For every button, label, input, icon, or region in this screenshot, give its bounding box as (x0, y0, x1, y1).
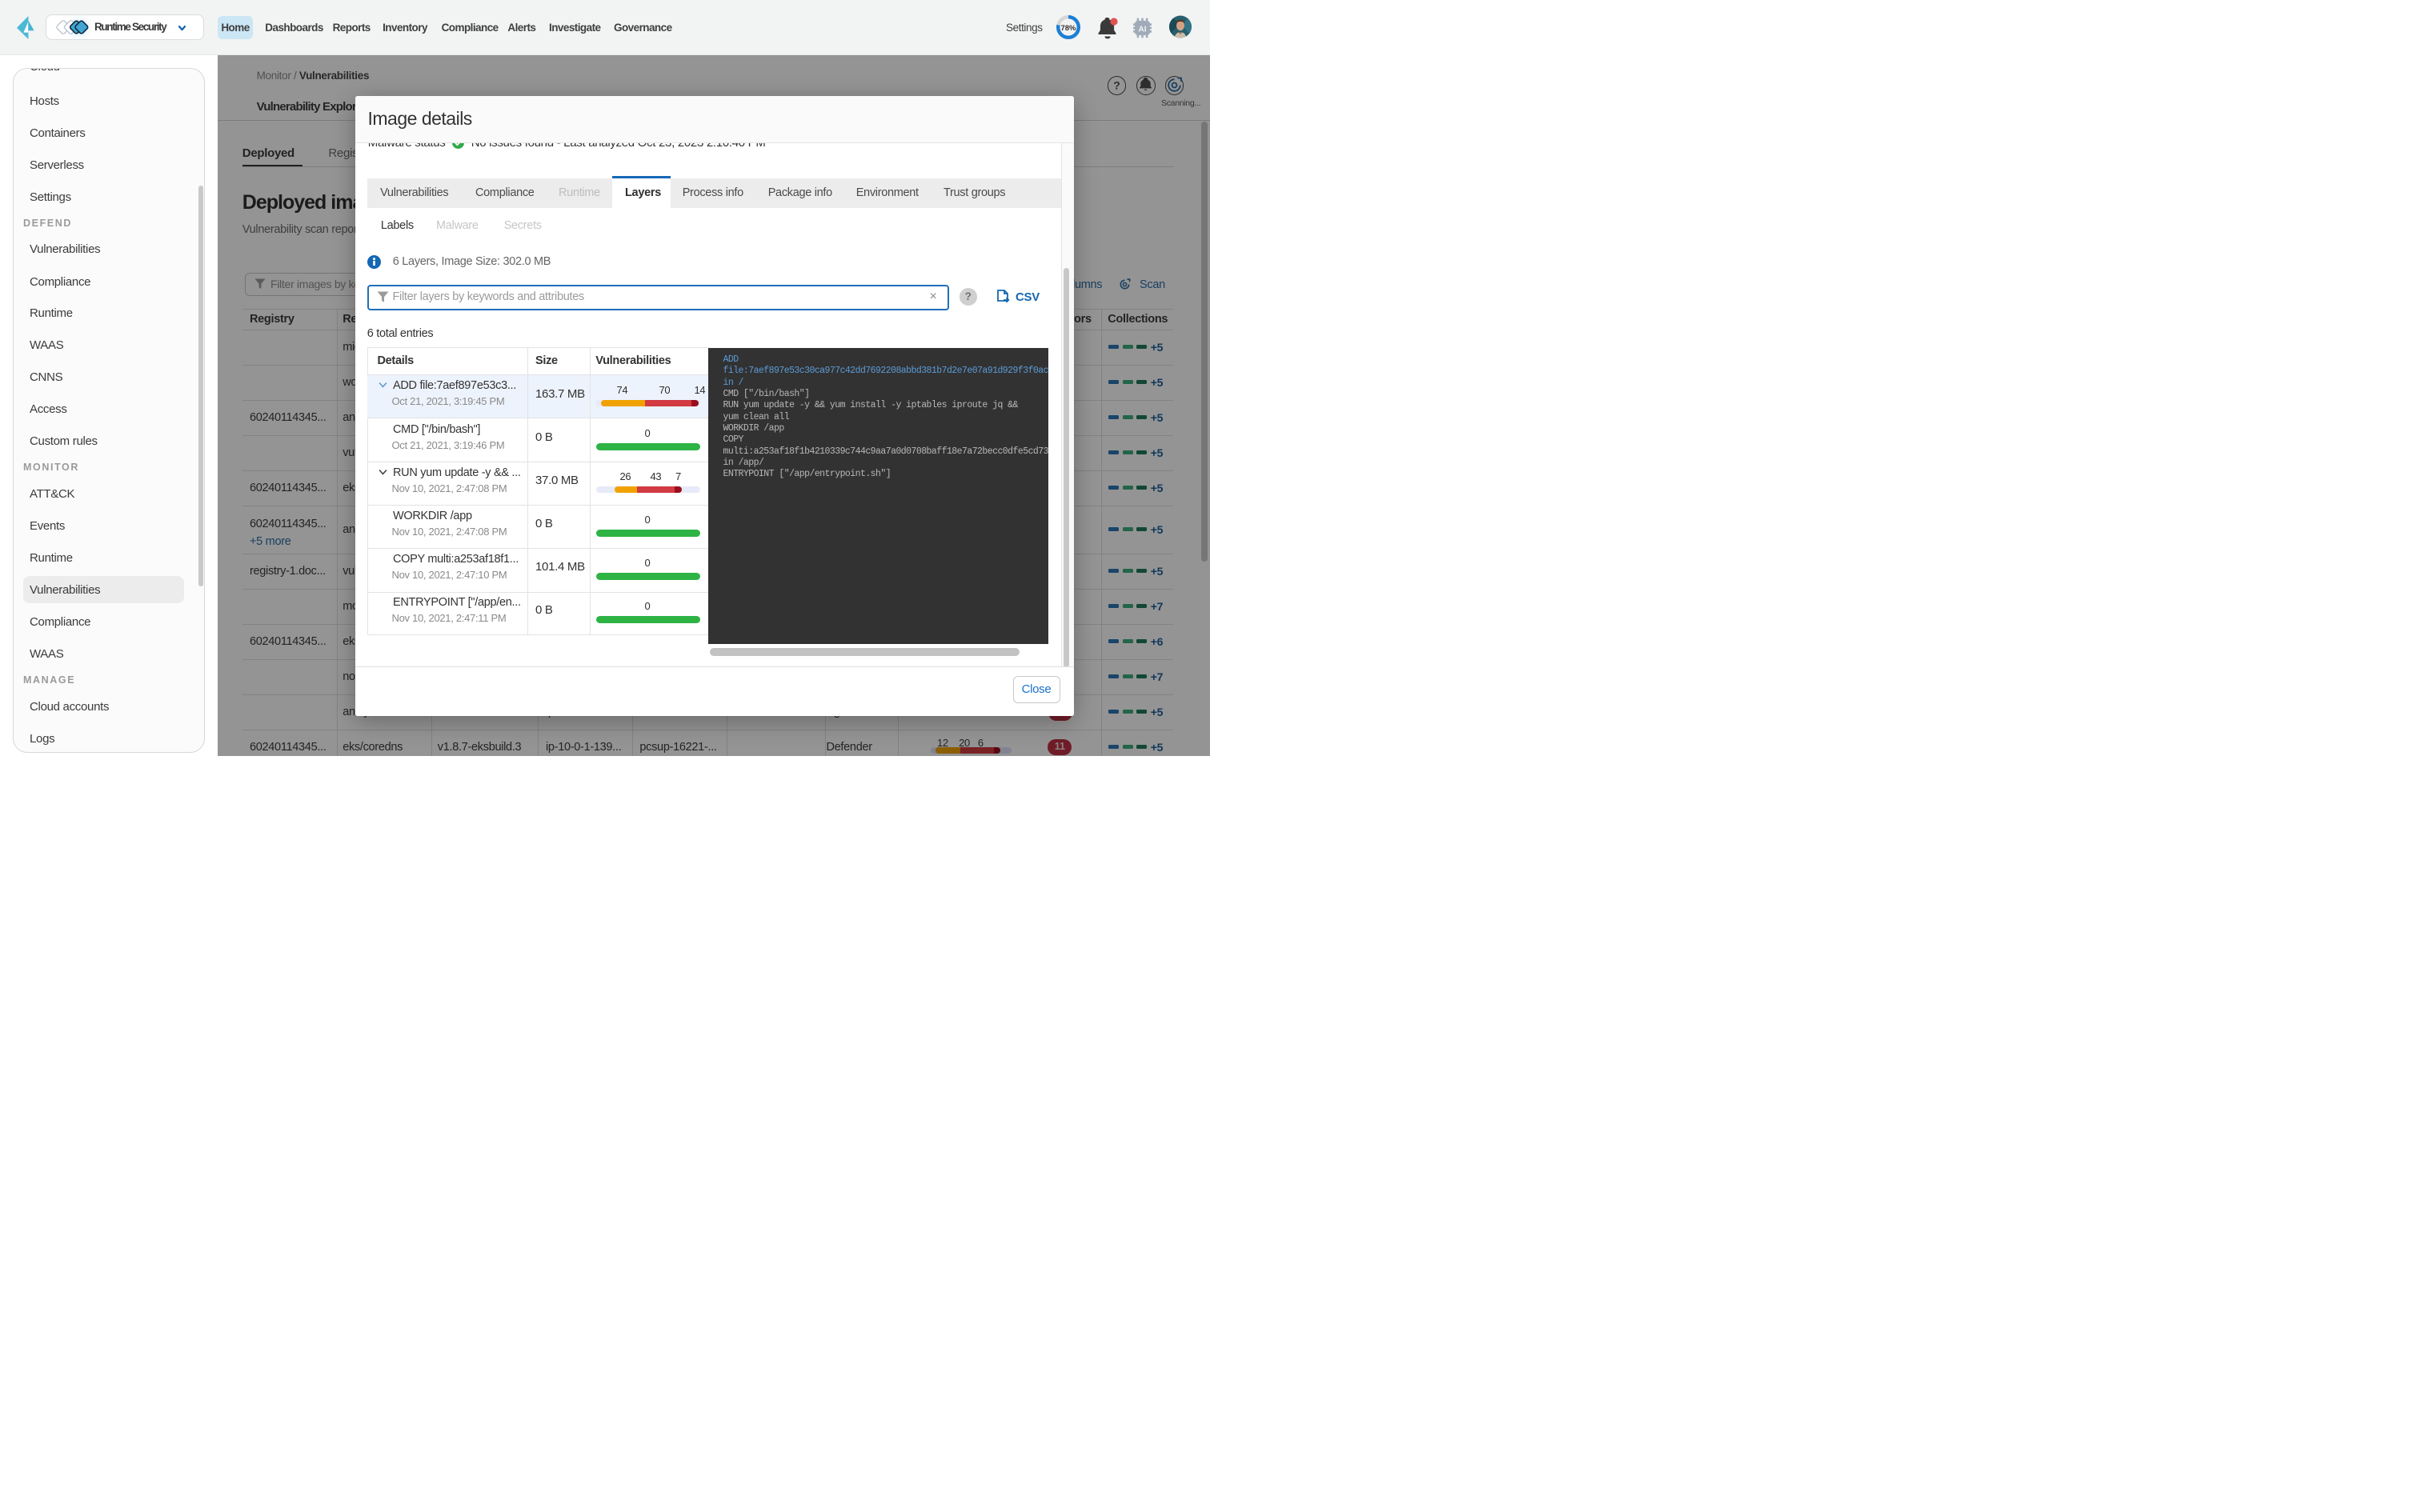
svg-text:78%: 78% (1060, 24, 1076, 33)
svg-text:AI: AI (1139, 25, 1147, 34)
